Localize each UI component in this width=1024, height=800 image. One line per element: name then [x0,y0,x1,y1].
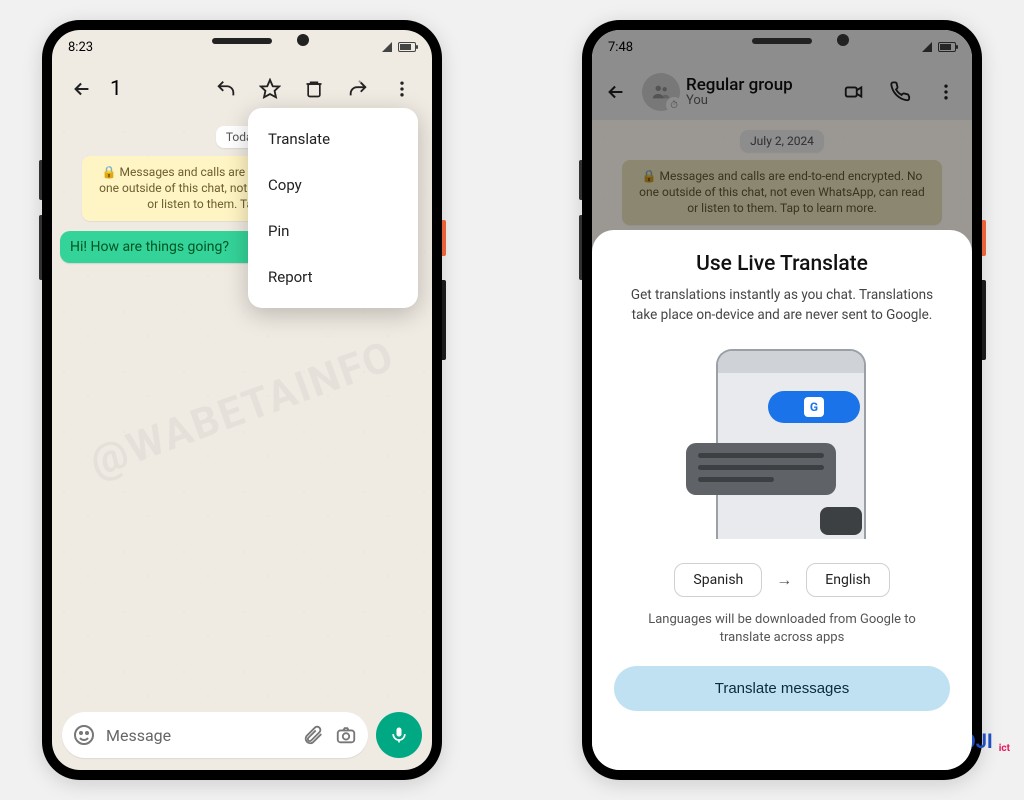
menu-copy[interactable]: Copy [248,162,418,208]
composer-row: Message [52,704,432,770]
sheet-note: Languages will be downloaded from Google… [627,611,937,647]
illustration-bubble [820,507,862,535]
reply-button[interactable] [206,69,246,109]
star-button[interactable] [250,69,290,109]
phone-power-button [982,220,986,256]
selection-count: 1 [106,77,122,101]
phone-side-button [39,160,42,200]
menu-report[interactable]: Report [248,254,418,300]
screen-right: 7:48 ⏱ Regular group You [592,30,972,770]
arrow-right-icon: → [776,570,792,590]
attach-icon[interactable] [302,724,324,746]
phone-side-button [39,215,42,280]
overflow-button[interactable] [382,69,422,109]
phone-camera [297,34,309,46]
phone-side-button [442,280,446,360]
menu-pin[interactable]: Pin [248,208,418,254]
live-translate-sheet: Use Live Translate Get translations inst… [592,230,972,770]
camera-icon[interactable] [334,724,358,746]
emoji-icon[interactable] [72,723,96,747]
phone-speaker [752,38,812,44]
back-button[interactable] [62,69,102,109]
phone-camera [837,34,849,46]
phone-right: 7:48 ⏱ Regular group You [582,20,982,780]
illustration-bubble [686,443,836,495]
signal-icon [382,42,392,52]
forward-button[interactable] [338,69,378,109]
status-bar: 8:23 [52,30,432,64]
screen-left: 8:23 1 [52,30,432,770]
battery-icon [398,42,416,52]
phone-side-button [579,215,582,280]
lang-to-chip[interactable]: English [806,563,889,597]
phone-left: 8:23 1 [42,20,442,780]
message-composer[interactable]: Message [62,712,368,758]
message-incoming[interactable]: Hi! How are things going? [60,231,257,263]
brand-suffix: ict [999,743,1010,754]
mic-button[interactable] [376,712,422,758]
phone-speaker [212,38,272,44]
language-row: Spanish → English [674,563,889,597]
stage: 8:23 1 [0,0,1024,800]
phone-side-button [982,280,986,360]
phone-side-button [579,160,582,200]
message-text: Hi! How are things going? [70,239,229,255]
sheet-illustration: G [682,349,882,539]
status-time: 8:23 [68,40,93,55]
sheet-description: Get translations instantly as you chat. … [622,286,942,325]
selection-appbar: 1 [52,64,432,114]
delete-button[interactable] [294,69,334,109]
menu-translate[interactable]: Translate [248,116,418,162]
lang-from-chip[interactable]: Spanish [674,563,762,597]
status-icons [382,42,416,52]
sheet-title: Use Live Translate [696,252,868,276]
composer-placeholder: Message [106,726,292,745]
translate-messages-button[interactable]: Translate messages [614,666,950,711]
context-menu: Translate Copy Pin Report [248,108,418,308]
translate-badge-icon: G [768,391,860,423]
phone-power-button [442,220,446,256]
